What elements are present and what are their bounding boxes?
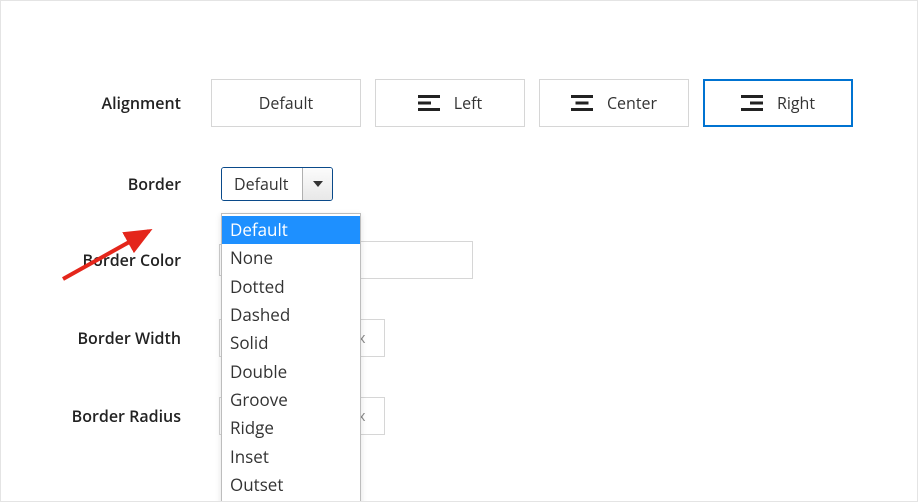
alignment-options: Default Left Center Right [211,79,867,127]
border-style-option[interactable]: Solid [222,329,360,357]
alignment-row: Alignment Default Left Center [31,79,867,127]
border-style-option[interactable]: Double [222,358,360,386]
alignment-left-text: Left [454,92,482,114]
border-style-option[interactable]: Ridge [222,414,360,442]
border-style-option[interactable]: Dotted [222,273,360,301]
border-style-option-list[interactable]: DefaultNoneDottedDashedSolidDoubleGroove… [221,213,361,502]
alignment-left-button[interactable]: Left [375,79,525,127]
dropdown-arrow-button[interactable] [302,168,332,200]
border-style-option[interactable]: Outset [222,471,360,499]
border-label: Border [31,173,211,195]
border-radius-label: Border Radius [31,405,211,427]
alignment-default-button[interactable]: Default [211,79,361,127]
border-style-option[interactable]: Dashed [222,301,360,329]
alignment-default-text: Default [259,92,313,114]
align-center-icon [571,94,593,112]
border-style-option[interactable]: Default [222,216,360,244]
alignment-right-text: Right [777,92,815,114]
border-radius-row: Border Radius px [31,397,867,435]
chevron-down-icon [313,181,323,187]
border-style-option[interactable]: Groove [222,386,360,414]
border-control: Default [211,167,867,201]
border-style-select[interactable]: Default [221,167,333,201]
border-style-option[interactable]: None [222,244,360,272]
alignment-center-text: Center [607,92,657,114]
border-color-row: Border Color [31,241,867,279]
alignment-right-button[interactable]: Right [703,79,853,127]
border-row: Border Default [31,167,867,201]
align-left-icon [418,94,440,112]
style-panel: Alignment Default Left Center [0,0,918,502]
align-right-icon [741,94,763,112]
alignment-center-button[interactable]: Center [539,79,689,127]
alignment-label: Alignment [31,92,211,114]
border-color-label: Border Color [31,249,211,271]
border-style-value: Default [222,168,302,200]
border-width-row: Border Width px [31,319,867,357]
border-style-option[interactable]: Inset [222,443,360,471]
border-width-label: Border Width [31,327,211,349]
